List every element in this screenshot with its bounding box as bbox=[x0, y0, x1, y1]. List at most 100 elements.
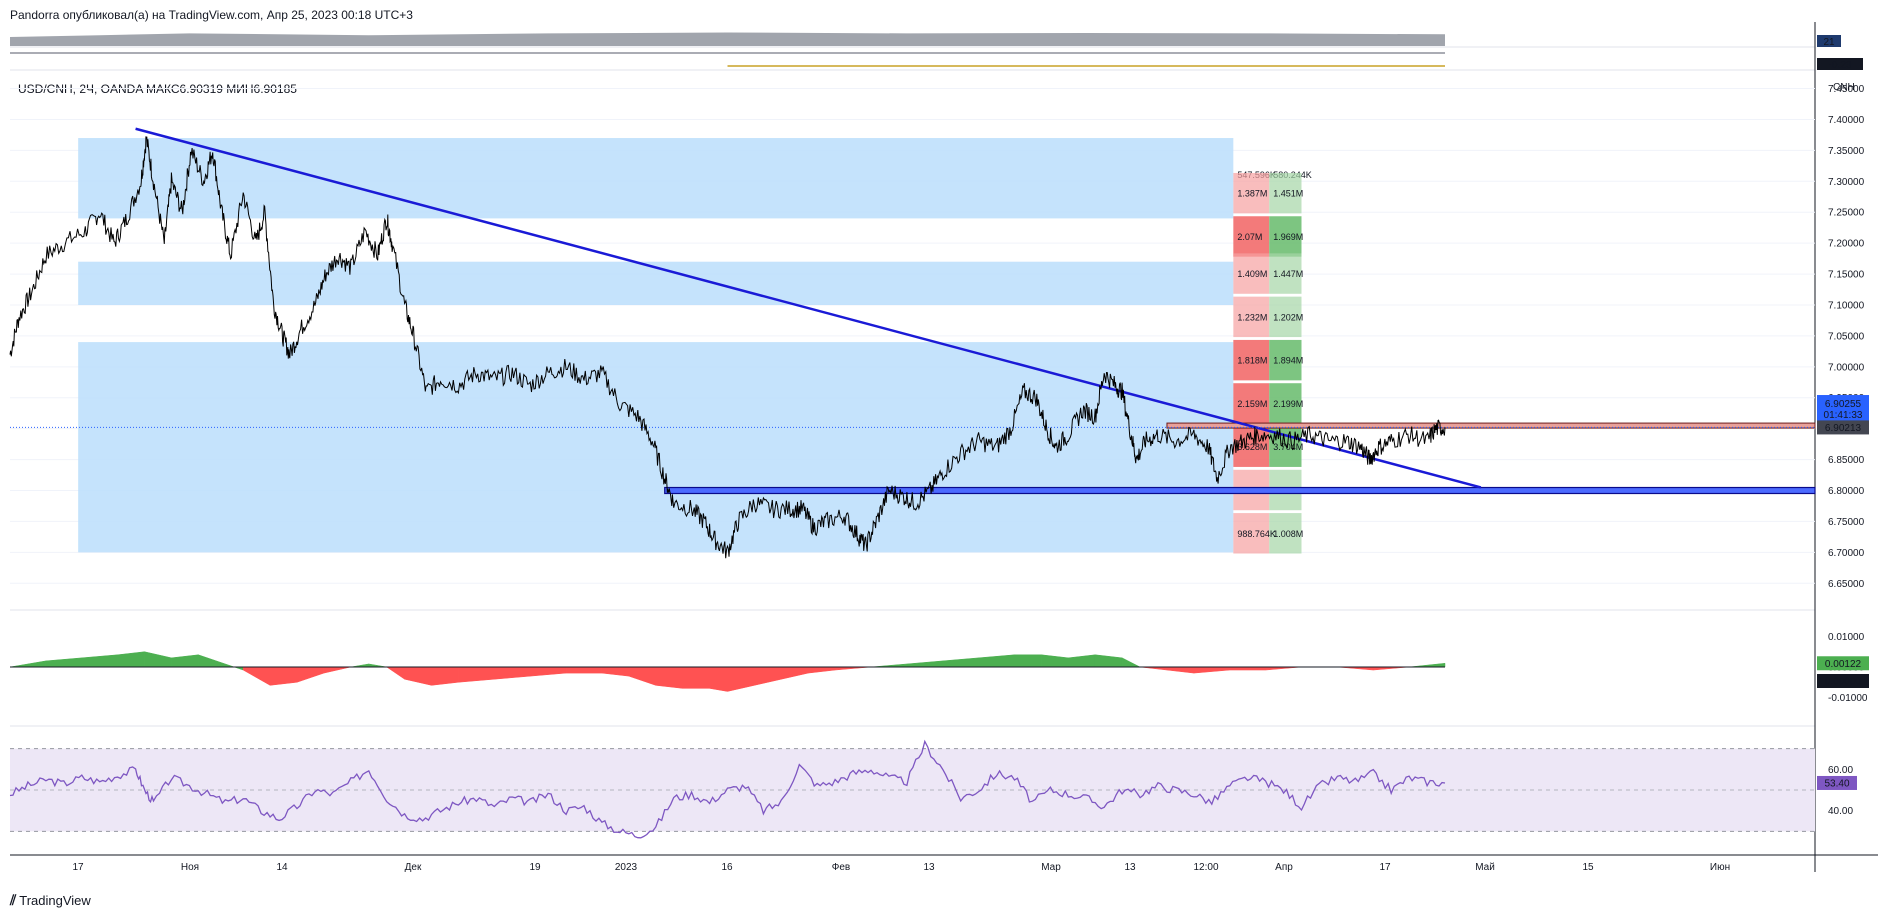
volume-profile-sell-label: 1.409M bbox=[1237, 269, 1267, 279]
macd-segment bbox=[1193, 666, 1230, 674]
price-axis-tick: 6.85000 bbox=[1828, 455, 1865, 466]
macd-segment bbox=[906, 660, 943, 668]
volume-profile-buy-label: 1.894M bbox=[1273, 356, 1303, 366]
time-axis-tick: 15 bbox=[1582, 862, 1594, 873]
current-price-badge-value: 6.90255 bbox=[1825, 399, 1862, 410]
volume-profile-buy-label: 1.447M bbox=[1273, 269, 1303, 279]
macd-segment bbox=[628, 666, 656, 686]
time-axis-tick: Май bbox=[1475, 862, 1495, 873]
time-axis-tick: Июн bbox=[1710, 862, 1730, 873]
volume-badge-value: 21 bbox=[1823, 37, 1835, 48]
macd-segment bbox=[9, 660, 47, 668]
time-axis-tick: 12:00 bbox=[1193, 862, 1218, 873]
price-axis-tick: 6.70000 bbox=[1828, 548, 1865, 559]
macd-segment bbox=[171, 654, 199, 668]
volume-strip-area bbox=[10, 32, 1445, 46]
rsi-axis-tick: 40.00 bbox=[1828, 806, 1853, 817]
time-axis-tick: Апр bbox=[1275, 862, 1293, 873]
macd-segment bbox=[1094, 654, 1123, 668]
time-axis-tick: 13 bbox=[1124, 862, 1136, 873]
time-axis-tick: Ноя bbox=[181, 862, 199, 873]
support-line[interactable] bbox=[664, 486, 1816, 495]
time-axis-tick: 17 bbox=[1379, 862, 1391, 873]
price-axis-tick: 6.80000 bbox=[1828, 486, 1865, 497]
price-axis-tick: 7.05000 bbox=[1828, 331, 1865, 342]
macd-segment bbox=[601, 666, 630, 677]
macd-segment bbox=[1041, 654, 1069, 668]
macd-segment bbox=[144, 651, 172, 668]
macd-segment bbox=[978, 654, 1015, 668]
time-axis-tick: Мар bbox=[1041, 862, 1061, 873]
macd-segment bbox=[45, 657, 82, 668]
rsi-band bbox=[10, 748, 1815, 832]
rsi-value-badge-text: 53.40 bbox=[1824, 778, 1849, 789]
macd-segment bbox=[1121, 657, 1141, 668]
macd-segment bbox=[565, 666, 603, 674]
price-axis-tick: 7.40000 bbox=[1828, 115, 1865, 126]
volume-profile-buy-label: 1.008M bbox=[1273, 529, 1303, 539]
macd-segment bbox=[781, 666, 809, 680]
macd-segment bbox=[269, 666, 298, 686]
macd-segment bbox=[431, 666, 459, 686]
chart-canvas[interactable]: 547.596K580.244K1.387M1.451M2.07M1.969M1… bbox=[0, 0, 1890, 917]
zone-rect-0[interactable] bbox=[78, 138, 1234, 219]
macd-segment bbox=[1014, 654, 1042, 668]
volume-profile-sell-label: 988.764K bbox=[1237, 529, 1276, 539]
macd-segment bbox=[529, 666, 567, 677]
macd-segment bbox=[404, 666, 432, 686]
time-axis-tick: 14 bbox=[276, 862, 288, 873]
macd-segment bbox=[117, 651, 145, 668]
volume-profile-buy-label: 1.969M bbox=[1273, 232, 1303, 242]
macd-segment bbox=[807, 666, 836, 674]
price-axis-tick: 7.25000 bbox=[1828, 208, 1865, 219]
macd-segment bbox=[81, 654, 118, 668]
time-axis-tick: 13 bbox=[923, 862, 935, 873]
macd-segment bbox=[1409, 662, 1446, 668]
price-axis-tick: 7.15000 bbox=[1828, 270, 1865, 281]
volume-avg-badge-value: -0.23 bbox=[1829, 60, 1852, 71]
macd-axis-tick: 0.01000 bbox=[1828, 632, 1865, 643]
macd-segment bbox=[942, 657, 979, 668]
volume-profile-sell-label: 2.07M bbox=[1237, 232, 1262, 242]
volume-profile-sell-label: 1.232M bbox=[1237, 312, 1267, 322]
macd-segment bbox=[198, 654, 226, 668]
footer-brand[interactable]: ⫽ TradingView bbox=[10, 892, 91, 909]
price-axis-tick: 7.00000 bbox=[1828, 362, 1865, 373]
footer-brand-label: TradingView bbox=[19, 893, 91, 908]
price-axis-tick: 6.75000 bbox=[1828, 517, 1865, 528]
price-axis-tick: 7.35000 bbox=[1828, 146, 1865, 157]
volume-profile-sell-label: 1.387M bbox=[1237, 189, 1267, 199]
price-axis-tick: 7.45000 bbox=[1828, 84, 1865, 95]
macd-segment bbox=[1068, 654, 1096, 668]
price-axis-tick: 7.20000 bbox=[1828, 239, 1865, 250]
volume-profile-sell-label: 2.159M bbox=[1237, 399, 1267, 409]
countdown-badge-value: 01:41:33 bbox=[1824, 410, 1863, 421]
time-axis-tick: Фев bbox=[832, 862, 850, 873]
macd-segment bbox=[1166, 666, 1195, 674]
volume-profile-buy-label: 2.199M bbox=[1273, 399, 1303, 409]
macd-segment bbox=[754, 666, 782, 686]
macd-axis-tick: -0.01000 bbox=[1828, 693, 1868, 704]
volume-profile-sell-label: 1.818M bbox=[1237, 356, 1267, 366]
rsi-axis-tick: 60.00 bbox=[1828, 765, 1853, 776]
macd-segment bbox=[296, 666, 325, 683]
macd-segment bbox=[385, 666, 405, 680]
macd-segment bbox=[494, 666, 531, 680]
macd-segment bbox=[458, 666, 495, 683]
macd-value-badge-text: 0.00122 bbox=[1825, 659, 1862, 670]
time-axis-tick: 19 bbox=[529, 862, 541, 873]
price-axis-tick: 7.10000 bbox=[1828, 300, 1865, 311]
macd-segment bbox=[727, 666, 755, 692]
macd-zero-badge-text: 0.00000 bbox=[1825, 677, 1862, 688]
macd-segment bbox=[242, 666, 271, 686]
macd-segment bbox=[323, 666, 351, 674]
last-price-badge-value: 6.90213 bbox=[1825, 423, 1862, 434]
price-axis-tick: 6.65000 bbox=[1828, 579, 1865, 590]
time-axis-tick: 2023 bbox=[615, 862, 638, 873]
macd-segment bbox=[682, 666, 710, 689]
macd-segment bbox=[655, 666, 683, 689]
time-axis-tick: 17 bbox=[72, 862, 84, 873]
macd-segment bbox=[709, 666, 728, 692]
volume-profile-buy-label: 1.202M bbox=[1273, 312, 1303, 322]
volume-profile-buy-label: 1.451M bbox=[1273, 189, 1303, 199]
